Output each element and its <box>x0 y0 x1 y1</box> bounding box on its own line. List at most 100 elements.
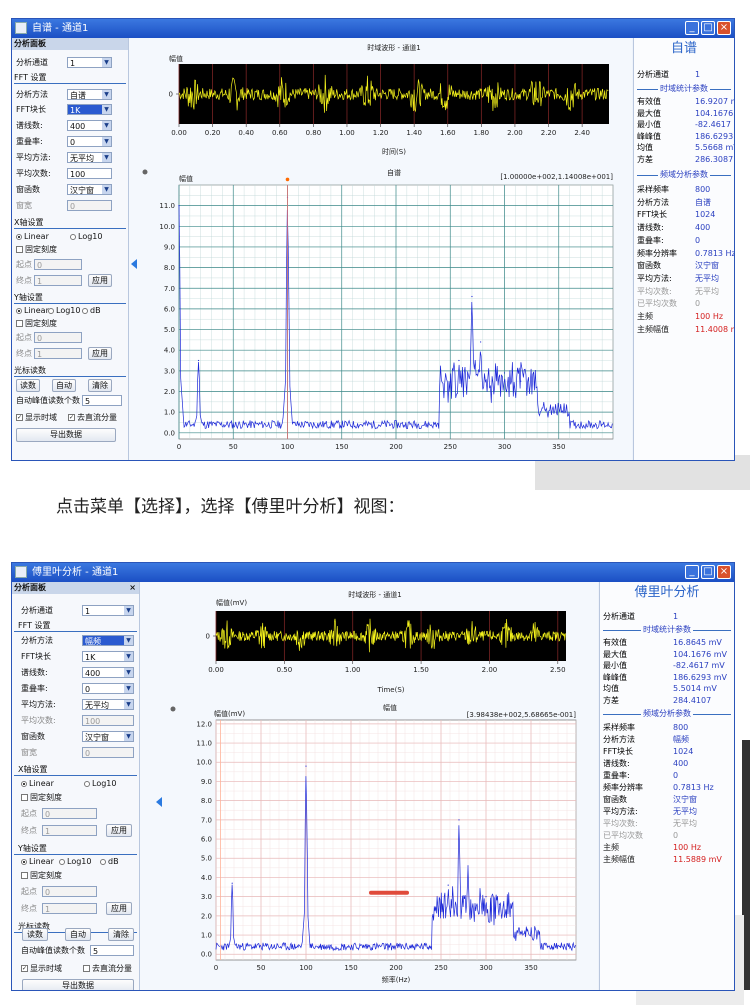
close-icon[interactable]: × <box>129 582 136 594</box>
y-fixed-scale-checkbox[interactable]: 固定刻度 <box>16 318 57 330</box>
auto-peak-count-input[interactable]: 5 <box>90 945 134 956</box>
show-time-domain-checkbox[interactable]: ✓ 显示时域 <box>16 412 57 424</box>
y-start-input[interactable]: 0 <box>34 332 82 343</box>
stats-row: 重叠率: 0 <box>637 235 731 246</box>
maximize-button[interactable]: □ <box>701 565 715 579</box>
average-method-select[interactable]: 无平均 ▼ <box>67 152 112 163</box>
block-select[interactable]: 1K ▼ <box>82 651 134 662</box>
radio-icon <box>21 858 27 865</box>
clear-button[interactable]: 清除 <box>88 379 112 392</box>
clear-button[interactable]: 清除 <box>108 928 134 941</box>
stats-row: 窗函数 汉宁窗 <box>637 260 731 271</box>
x-linear-radio[interactable]: Linear <box>21 778 54 790</box>
y-tick-label: 1.0 <box>201 932 212 940</box>
export-data-button[interactable]: 导出数据 <box>22 979 134 990</box>
x-end-input[interactable]: 1 <box>34 275 82 286</box>
x-apply-button[interactable]: 应用 <box>88 274 112 287</box>
window-title-bar[interactable]: 自谱 - 通道1 _ □ × <box>12 19 734 38</box>
chart-area: 时域波形 - 通道1 幅值(mV) 0.00 0.50 1.00 1.50 2.00 2.50… <box>140 582 598 990</box>
y-linear-radio[interactable]: Linear <box>16 305 49 317</box>
block-select[interactable]: 1K ▼ <box>67 104 112 115</box>
y-start-input[interactable]: 0 <box>42 886 97 897</box>
divider <box>14 631 137 632</box>
stats-row: 频率分辨率 0.7813 Hz <box>603 782 731 793</box>
y-end-input[interactable]: 1 <box>42 903 97 914</box>
window-width-input[interactable]: 0 <box>82 747 134 758</box>
x-apply-button[interactable]: 应用 <box>106 824 132 837</box>
lines-select[interactable]: 400 ▼ <box>82 667 134 678</box>
stats-channel-row: 分析通道 1 <box>637 69 731 80</box>
chart-canvas: 时域波形 - 通道1幅值0.00 0.20 0.40 0.60 0.80 1.00 1.20… <box>129 38 632 460</box>
stats-row: 最大值 104.1676 mV <box>637 108 734 119</box>
minimize-button[interactable]: _ <box>685 21 699 35</box>
channel-select[interactable]: 1 ▼ <box>67 57 112 68</box>
stats-key: 峰峰值 <box>637 131 661 141</box>
overlap-select[interactable]: 0 ▼ <box>82 683 134 694</box>
average-method-select[interactable]: 无平均 ▼ <box>82 699 134 710</box>
x-start-input[interactable]: 0 <box>42 808 97 819</box>
x-log10-radio[interactable]: Log10 <box>84 778 116 790</box>
close-button[interactable]: × <box>717 565 731 579</box>
average-count-input[interactable]: 100 <box>82 715 134 726</box>
method-select[interactable]: 自谱 ▼ <box>67 89 112 100</box>
spectrum-peak-point <box>480 341 482 343</box>
window-width-input[interactable]: 0 <box>67 200 112 211</box>
checkbox-checked-icon: ✓ <box>68 414 75 421</box>
window-title-bar[interactable]: 傅里叶分析 - 通道1 _ □ × <box>12 563 734 582</box>
close-button[interactable]: × <box>717 21 731 35</box>
maximize-button[interactable]: □ <box>701 21 715 35</box>
freq-stats-header-label: 频域分析参数 <box>641 709 693 718</box>
x-fixed-scale-checkbox[interactable]: 固定刻度 <box>16 244 57 256</box>
auto-button[interactable]: 自动 <box>52 379 76 392</box>
remove-dc-checkbox[interactable]: 去直流分量 <box>83 963 132 975</box>
read-button[interactable]: 读数 <box>16 379 40 392</box>
stats-key: 窗函数 <box>603 795 627 804</box>
stats-key: 均值 <box>637 143 653 153</box>
y-db-radio[interactable]: dB <box>82 305 101 317</box>
y-fixed-scale-checkbox[interactable]: 固定刻度 <box>21 870 62 882</box>
time-y-label: 幅值 <box>169 54 183 63</box>
spectrum-peak-point <box>485 896 487 898</box>
channel-select[interactable]: 1 ▼ <box>82 605 134 616</box>
lines-select[interactable]: 400 ▼ <box>67 120 112 131</box>
window-function-value: 汉宁窗 <box>85 733 109 742</box>
y-end-label: 终点 <box>21 904 37 913</box>
checkbox-checked-icon: ✓ <box>21 965 28 972</box>
export-data-button[interactable]: 导出数据 <box>16 428 116 442</box>
x-end-label: 终点 <box>21 826 37 835</box>
radio-icon <box>16 233 22 240</box>
x-start-input[interactable]: 0 <box>34 259 82 270</box>
remove-dc-checkbox[interactable]: ✓ 去直流分量 <box>68 412 117 424</box>
auto-peak-count-input[interactable]: 5 <box>82 395 122 406</box>
overlap-select[interactable]: 0 ▼ <box>67 136 112 147</box>
auto-button[interactable]: 自动 <box>65 928 91 941</box>
x-log10-radio[interactable]: Log10 <box>70 231 102 243</box>
average-count-input[interactable]: 100 <box>67 168 112 179</box>
time-chart-title: 时域波形 - 通道1 <box>348 590 401 599</box>
y-db-radio[interactable]: dB <box>100 856 119 868</box>
stats-value: 0 <box>695 299 701 309</box>
stats-value: 100 Hz <box>673 843 702 852</box>
show-time-domain-checkbox[interactable]: ✓ 显示时域 <box>21 963 62 975</box>
y-end-input[interactable]: 1 <box>34 348 82 359</box>
y-log10-radio[interactable]: Log10 <box>59 856 91 868</box>
y-tick-label: 1.0 <box>164 409 175 417</box>
x-linear-radio[interactable]: Linear <box>16 231 49 243</box>
y-axis-header: Y轴设置 <box>18 844 47 853</box>
time-chart-title: 时域波形 - 通道1 <box>367 43 420 52</box>
y-apply-button[interactable]: 应用 <box>88 347 112 360</box>
y-log10-radio[interactable]: Log10 <box>48 305 80 317</box>
y-linear-radio[interactable]: Linear <box>21 856 54 868</box>
y-tick-label: 8.0 <box>201 797 212 805</box>
x-tick-label: 2.40 <box>574 129 590 137</box>
y-apply-button[interactable]: 应用 <box>106 902 132 915</box>
minimize-button[interactable]: _ <box>685 565 699 579</box>
x-end-input[interactable]: 1 <box>42 825 97 836</box>
stats-value: 400 <box>695 223 711 233</box>
chevron-down-icon: ▼ <box>102 90 111 99</box>
method-select[interactable]: 幅频 ▼ <box>82 635 134 646</box>
window-function-select[interactable]: 汉宁窗 ▼ <box>67 184 112 195</box>
x-fixed-scale-checkbox[interactable]: 固定刻度 <box>21 792 62 804</box>
read-button[interactable]: 读数 <box>22 928 48 941</box>
window-function-select[interactable]: 汉宁窗 ▼ <box>82 731 134 742</box>
